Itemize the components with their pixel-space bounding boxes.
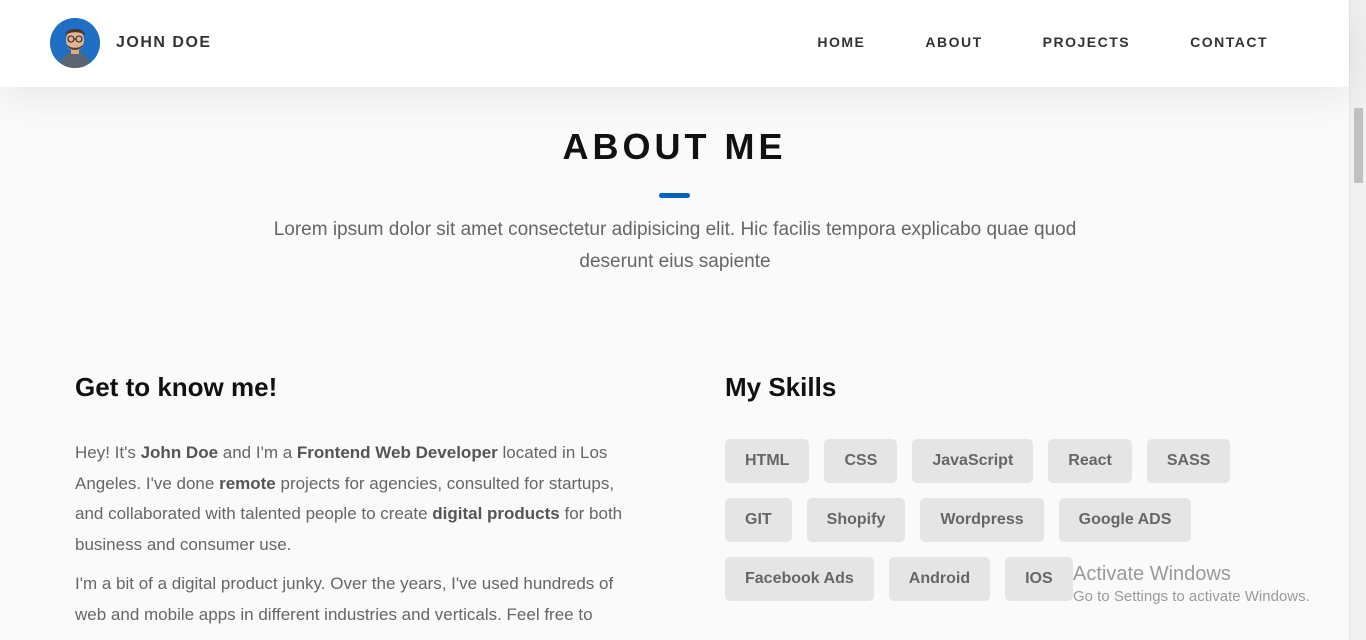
about-text: Hey! It's John Doe and I'm a Frontend We… bbox=[75, 438, 630, 640]
skill-tag: SASS bbox=[1146, 439, 1231, 483]
site-header: JOHN DOE HOME ABOUT PROJECTS CONTACT bbox=[0, 0, 1349, 87]
skill-tag: JavaScript bbox=[912, 439, 1034, 483]
nav-contact-link[interactable]: CONTACT bbox=[1190, 34, 1268, 50]
about-paragraph-1: Hey! It's John Doe and I'm a Frontend We… bbox=[75, 443, 623, 554]
skill-tag: Wordpress bbox=[920, 498, 1044, 542]
skill-tag: GIT bbox=[725, 498, 792, 542]
brand-name[interactable]: JOHN DOE bbox=[116, 34, 212, 52]
section-title: ABOUT ME bbox=[562, 126, 787, 167]
about-paragraph-2: I'm a bit of a digital product junky. Ov… bbox=[75, 574, 614, 624]
skills-row: GIT Shopify Wordpress Google ADS bbox=[725, 498, 1285, 542]
skill-tag: CSS bbox=[824, 439, 898, 483]
main-nav: HOME ABOUT PROJECTS CONTACT bbox=[757, 34, 1268, 50]
skill-tag: React bbox=[1048, 439, 1132, 483]
avatar bbox=[50, 18, 100, 68]
scrollbar-thumb[interactable] bbox=[1354, 108, 1363, 183]
section-intro: Lorem ipsum dolor sit amet consectetur a… bbox=[273, 219, 1077, 272]
brand[interactable]: JOHN DOE bbox=[50, 18, 212, 68]
title-underline bbox=[659, 193, 690, 198]
skill-tag: Android bbox=[888, 557, 991, 601]
nav-home-link[interactable]: HOME bbox=[817, 34, 865, 50]
skills-row: HTML CSS JavaScript React SASS bbox=[725, 439, 1285, 483]
watermark-title: Activate Windows bbox=[1073, 563, 1231, 585]
page-scrollbar[interactable] bbox=[1349, 0, 1366, 640]
nav-projects-link[interactable]: PROJECTS bbox=[1043, 34, 1130, 50]
activate-windows-watermark: Activate Windows Go to Settings to activ… bbox=[1073, 563, 1310, 605]
skills-heading: My Skills bbox=[725, 372, 837, 402]
skill-tag: Shopify bbox=[806, 498, 906, 542]
skill-tag: HTML bbox=[725, 439, 810, 483]
know-me-heading: Get to know me! bbox=[75, 372, 278, 402]
nav-about-link[interactable]: ABOUT bbox=[925, 34, 982, 50]
skill-tag: Facebook Ads bbox=[725, 557, 874, 601]
watermark-subtitle: Go to Settings to activate Windows. bbox=[1073, 588, 1310, 605]
skill-tag: Google ADS bbox=[1058, 498, 1192, 542]
skill-tag: IOS bbox=[1005, 557, 1073, 601]
